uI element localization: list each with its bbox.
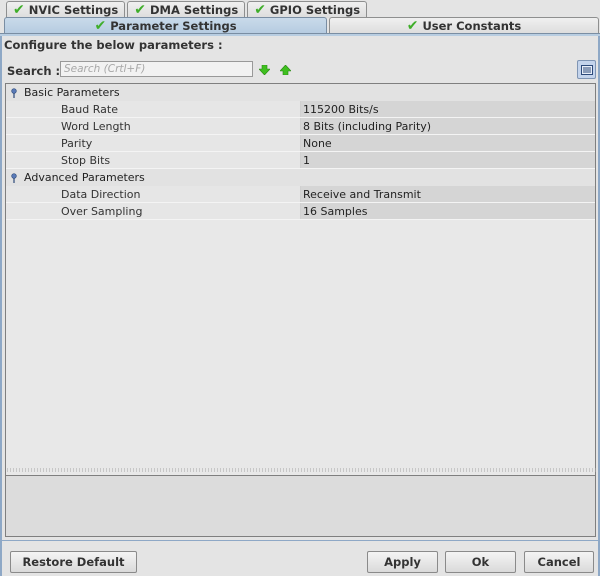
property-value[interactable]: None [301,135,595,151]
tab-content-panel: Configure the below parameters : Search … [0,36,600,576]
group-label: Basic Parameters [24,86,120,99]
group-advanced-parameters[interactable]: Advanced Parameters [6,169,595,186]
property-value[interactable]: 115200 Bits/s [301,101,595,117]
table-row[interactable]: Parity None [6,135,595,152]
cancel-button[interactable]: Cancel [524,551,594,573]
configure-label: Configure the below parameters : [4,38,223,52]
property-name: Data Direction [6,186,301,202]
restore-default-button[interactable]: Restore Default [10,551,137,573]
pin-icon [10,87,18,98]
property-name: Baud Rate [6,101,301,117]
group-basic-parameters[interactable]: Basic Parameters [6,84,595,101]
arrow-up-icon [279,65,291,75]
property-value[interactable]: 16 Samples [301,203,595,219]
parameter-settings-window: ✔ NVIC Settings ✔ DMA Settings ✔ GPIO Se… [0,0,600,576]
group-label: Advanced Parameters [24,171,145,184]
table-row[interactable]: Baud Rate 115200 Bits/s [6,101,595,118]
tab-user-constants[interactable]: ✔ User Constants [329,17,599,34]
table-row[interactable]: Stop Bits 1 [6,152,595,169]
pin-icon [10,172,18,183]
check-icon: ✔ [13,2,25,18]
property-value[interactable]: 1 [301,152,595,168]
tab-label: GPIO Settings [269,3,361,17]
tab-gpio-settings[interactable]: ✔ GPIO Settings [247,1,368,18]
divider [2,540,598,541]
tab-label: NVIC Settings [28,3,119,17]
parameters-table: Basic Parameters Baud Rate 115200 Bits/s… [5,83,596,503]
table-row[interactable]: Word Length 8 Bits (including Parity) [6,118,595,135]
tab-row-back: ✔ NVIC Settings ✔ DMA Settings ✔ GPIO Se… [6,1,369,18]
apply-button[interactable]: Apply [367,551,438,573]
tab-label: User Constants [422,19,522,33]
check-icon: ✔ [254,2,266,18]
table-row[interactable]: Over Sampling 16 Samples [6,203,595,220]
description-panel [5,475,596,537]
tab-label: DMA Settings [150,3,239,17]
ok-button[interactable]: Ok [445,551,516,573]
search-label: Search : [7,64,61,78]
tab-row-front: ✔ Parameter Settings ✔ User Constants [4,17,600,34]
check-icon: ✔ [94,18,107,34]
property-name: Over Sampling [6,203,301,219]
check-icon: ✔ [134,2,146,18]
property-value[interactable]: 8 Bits (including Parity) [301,118,595,134]
splitter-handle[interactable] [6,468,596,472]
list-view-icon [580,64,593,75]
search-previous-button[interactable] [279,64,291,76]
table-row[interactable]: Data Direction Receive and Transmit [6,186,595,203]
arrow-down-icon [258,65,270,75]
check-icon: ✔ [406,18,419,34]
search-input[interactable] [60,61,253,77]
tab-nvic-settings[interactable]: ✔ NVIC Settings [6,1,126,18]
property-name: Parity [6,135,301,151]
property-name: Stop Bits [6,152,301,168]
toggle-view-button[interactable] [577,60,596,79]
tab-parameter-settings[interactable]: ✔ Parameter Settings [4,17,327,34]
tab-dma-settings[interactable]: ✔ DMA Settings [127,1,246,18]
tab-label: Parameter Settings [110,19,237,33]
property-value[interactable]: Receive and Transmit [301,186,595,202]
search-next-button[interactable] [258,64,270,76]
property-name: Word Length [6,118,301,134]
